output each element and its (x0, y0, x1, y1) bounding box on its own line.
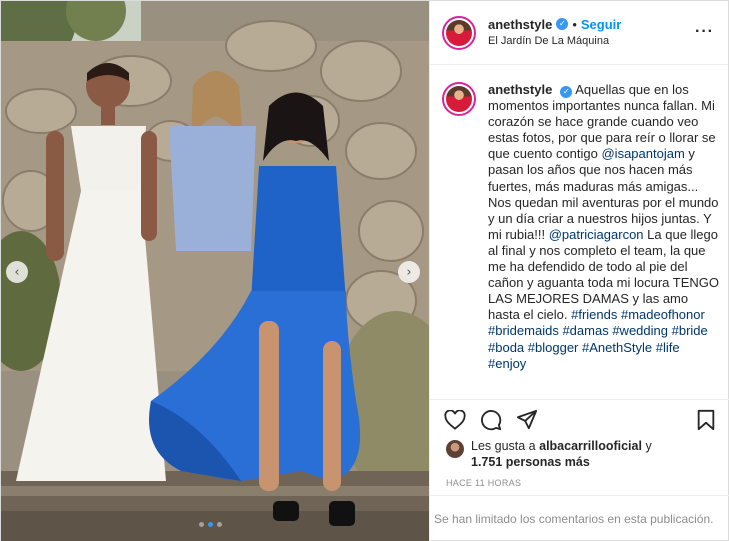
caption-text: anethstyle ✓ Aquellas que en los momentos… (488, 82, 720, 399)
hashtag-link[interactable]: #bride (672, 323, 708, 338)
share-icon[interactable] (516, 409, 538, 431)
bookmark-icon[interactable] (696, 409, 716, 436)
hashtag-link[interactable]: #wedding (612, 323, 668, 338)
likes-summary: Les gusta a albacarrillooficial y 1.751 … (446, 438, 716, 470)
carousel-dot (199, 522, 204, 527)
liker-avatar[interactable] (446, 440, 464, 458)
comments-limited-notice: Se han limitado los comentarios en esta … (430, 495, 729, 541)
hashtag-link[interactable]: #enjoy (488, 356, 526, 371)
carousel-dot (217, 522, 222, 527)
chevron-left-icon[interactable]: ‹ (6, 261, 28, 283)
likes-count-link[interactable]: 1.751 personas más (471, 455, 590, 469)
carousel-dots (199, 522, 222, 527)
liker-username-link[interactable]: albacarrillooficial (539, 439, 642, 453)
post-side-panel: anethstyle ✓ • Seguir El Jardín De La Má… (429, 1, 729, 541)
caption-area: anethstyle ✓ Aquellas que en los momentos… (430, 66, 729, 399)
caption-username[interactable]: anethstyle (488, 82, 552, 97)
hashtag-link[interactable]: #damas (562, 323, 608, 338)
photo-illustration (1, 1, 429, 541)
hashtag-link[interactable]: #friends (571, 307, 617, 322)
mention-link[interactable]: @isapantojam (601, 146, 684, 161)
separator-dot: • (572, 16, 577, 32)
caption-avatar[interactable] (442, 82, 476, 116)
username-link[interactable]: anethstyle (488, 16, 552, 33)
location-link[interactable]: El Jardín De La Máquina (488, 33, 621, 50)
avatar[interactable] (442, 15, 476, 50)
post-timestamp[interactable]: HACE 11 HORAS (446, 478, 521, 488)
post-header: anethstyle ✓ • Seguir El Jardín De La Má… (430, 1, 728, 65)
carousel-dot-active (208, 522, 213, 527)
chevron-right-icon[interactable]: › (398, 261, 420, 283)
likes-connector: y (645, 439, 652, 453)
caption-body: Aquellas que en los momentos importantes… (488, 82, 719, 371)
hashtag-link[interactable]: #AnethStyle (582, 340, 652, 355)
hashtag-link[interactable]: #bridemaids (488, 323, 559, 338)
verified-badge-icon: ✓ (556, 18, 569, 30)
more-options-icon[interactable]: ··· (695, 23, 714, 41)
heart-icon[interactable] (444, 409, 466, 431)
instagram-post: ‹ › anethstyle ✓ • Seguir El Jardín De L… (0, 0, 729, 541)
follow-button[interactable]: Seguir (581, 16, 621, 33)
hashtag-link[interactable]: #blogger (528, 340, 579, 355)
mention-link[interactable]: @patriciagarcon (549, 227, 644, 242)
likes-prefix: Les gusta a (471, 439, 536, 453)
action-bar (430, 399, 729, 439)
comment-icon[interactable] (480, 409, 502, 431)
hashtag-link[interactable]: #life (656, 340, 680, 355)
verified-badge-icon: ✓ (560, 86, 573, 98)
hashtag-link[interactable]: #madeofhonor (621, 307, 705, 322)
hashtag-link[interactable]: #boda (488, 340, 524, 355)
post-photo[interactable]: ‹ › (1, 1, 429, 541)
